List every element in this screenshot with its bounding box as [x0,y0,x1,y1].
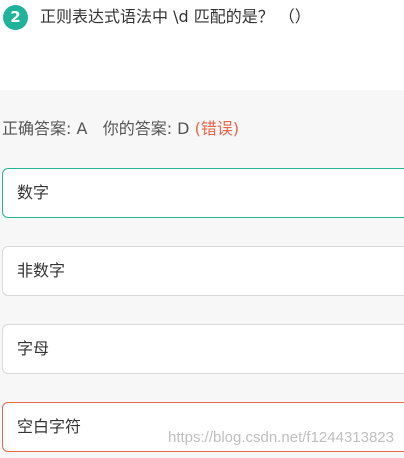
quiz-page: 2 正则表达式语法中 \d 匹配的是？ （） 正确答案: A 你的答案: D (… [0,0,404,458]
option-d-label: 空白字符 [17,417,82,436]
option-c[interactable]: 字母 [2,324,404,374]
wrong-status-label: (错误) [194,119,240,138]
option-a-label: 数字 [17,183,50,202]
your-answer-label: 你的答案: D [102,119,190,138]
option-b-label: 非数字 [17,261,66,280]
answer-summary: 正确答案: A 你的答案: D (错误) [2,118,239,140]
correct-answer-label: 正确答案: A [2,119,88,138]
option-b[interactable]: 非数字 [2,246,404,296]
watermark-text: https://blog.csdn.net/f1244313823 [167,429,394,446]
option-c-label: 字母 [17,339,50,358]
question-text: 正则表达式语法中 \d 匹配的是？ （） [40,7,311,26]
question-header: 2 正则表达式语法中 \d 匹配的是？ （） [0,0,404,90]
question-number-badge: 2 [3,5,28,30]
option-a[interactable]: 数字 [2,168,404,218]
